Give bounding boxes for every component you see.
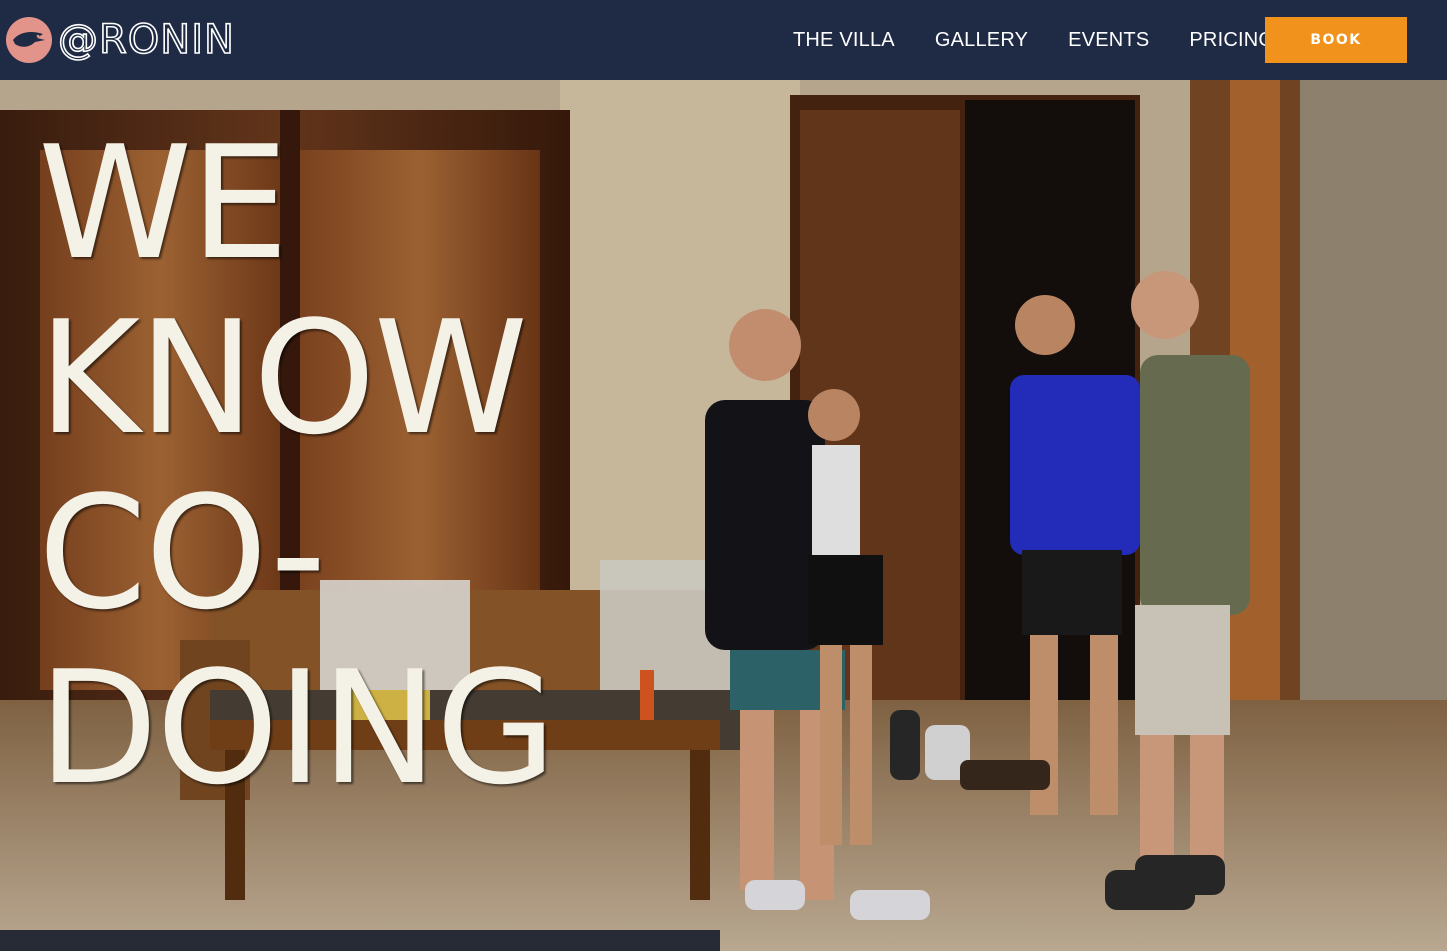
main-nav: THE VILLA GALLERY EVENTS PRICING [793,0,1314,80]
nav-gallery[interactable]: GALLERY [935,29,1028,52]
brand-name: @RONIN [57,17,235,63]
nav-pricing[interactable]: PRICING [1189,29,1274,52]
nav-events[interactable]: EVENTS [1068,29,1149,52]
brand-logo[interactable]: @RONIN [6,0,235,80]
headline-line: CO- [38,462,326,644]
headline-line: DOING [38,637,557,819]
nav-the-villa[interactable]: THE VILLA [793,29,895,52]
headline-line: WE [38,112,289,294]
hero-headline: WE KNOW CO- DOING [38,116,738,816]
top-navbar: @RONIN THE VILLA GALLERY EVENTS PRICING … [0,0,1447,80]
headline-line: KNOW [38,287,528,469]
hero-section: WE KNOW CO- DOING [0,80,1447,951]
book-button[interactable]: BOOK [1265,17,1407,63]
bird-icon [6,17,52,63]
